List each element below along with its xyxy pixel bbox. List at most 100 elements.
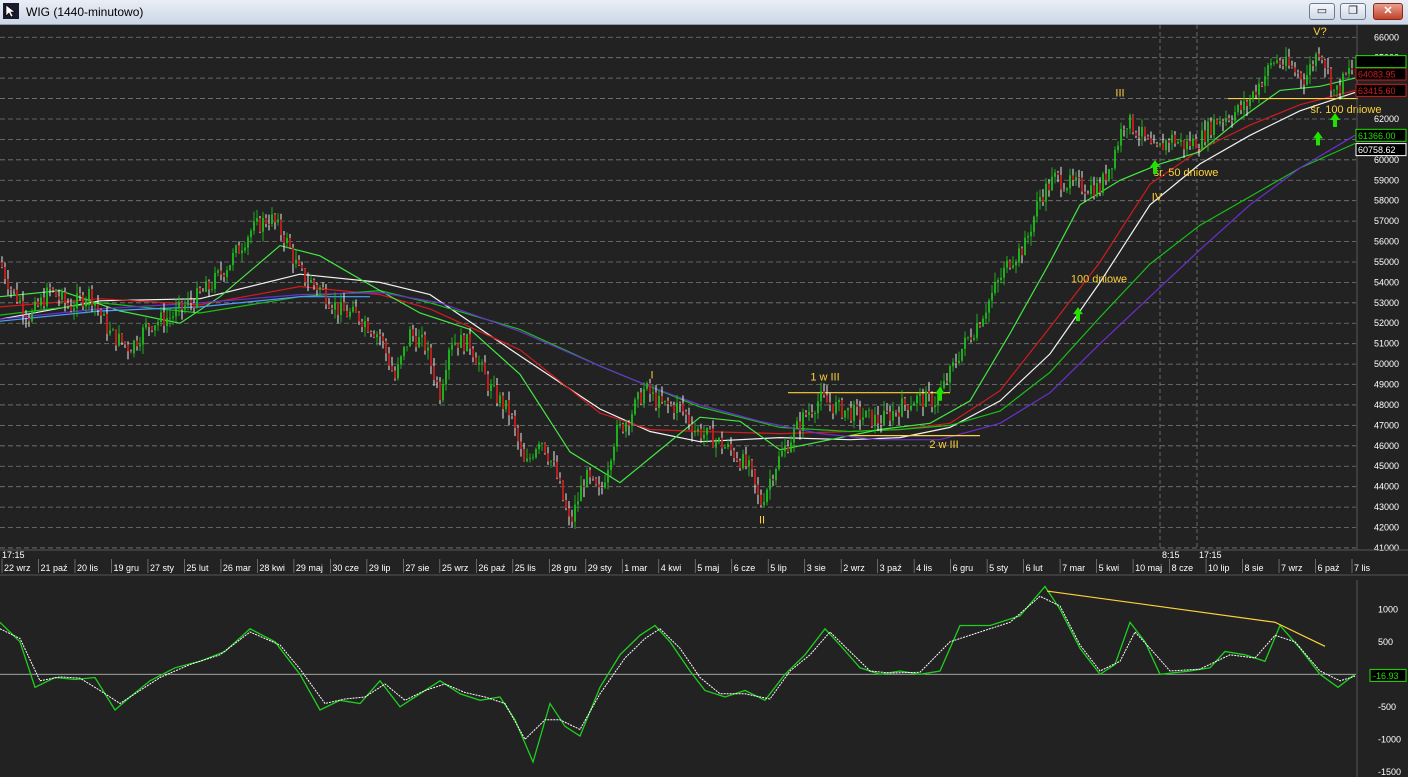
price-tag-label: 63415.60 (1358, 86, 1396, 96)
candle-body (475, 357, 477, 365)
title-bar[interactable]: WIG (1440-minutowo) ▭ ❐ ✕ (0, 0, 1408, 25)
price-tick-label: 49000 (1374, 380, 1399, 390)
candle-body (922, 393, 924, 407)
candle-body (148, 324, 150, 328)
candle-body (340, 302, 342, 315)
candle-body (1120, 128, 1122, 146)
candle-body (1288, 56, 1290, 66)
candle-body (136, 340, 138, 347)
candle-body (73, 308, 75, 312)
time-tick-label: 25 lut (186, 563, 209, 573)
candle-body (97, 303, 99, 310)
candle-body (331, 307, 333, 310)
candle-body (40, 297, 42, 306)
candle-body (970, 337, 972, 340)
osc-tick-label: 500 (1378, 637, 1393, 647)
candle-body (157, 321, 159, 326)
candle-body (1267, 65, 1269, 77)
candle-body (772, 478, 774, 481)
candle-body (388, 353, 390, 366)
candle-body (1330, 68, 1332, 91)
candle-body (370, 332, 372, 334)
candle-body (358, 312, 360, 322)
candle-body (544, 443, 546, 454)
candle-body (115, 329, 117, 346)
candle-body (1348, 68, 1350, 74)
candle-body (1195, 138, 1197, 149)
candle-body (1339, 85, 1341, 94)
time-tick-label: 7 wrz (1281, 563, 1303, 573)
candle-body (1111, 168, 1113, 170)
candle-body (1177, 141, 1179, 144)
minimize-button[interactable]: ▭ (1309, 3, 1335, 20)
candle-body (46, 287, 48, 307)
candle-body (775, 469, 777, 481)
candle-body (886, 410, 888, 412)
time-tick-label: 5 maj (697, 563, 719, 573)
candle-body (799, 421, 801, 431)
candle-body (931, 393, 933, 408)
candle-body (679, 402, 681, 404)
wave-label: IV (1152, 192, 1163, 204)
candle-body (532, 457, 534, 459)
candle-body (10, 289, 12, 291)
candle-body (868, 409, 870, 411)
time-tick-label: 28 gru (551, 563, 577, 573)
candle-body (781, 451, 783, 457)
candle-body (1342, 73, 1344, 94)
candle-body (52, 288, 54, 291)
candle-body (307, 282, 309, 284)
candle-body (721, 437, 723, 449)
candle-body (454, 342, 456, 345)
candle-body (553, 460, 555, 462)
time-tick-label: 7 lis (1354, 563, 1371, 573)
candle-body (301, 265, 303, 269)
time-tick-label: 5 kwi (1099, 563, 1120, 573)
time-tick-label: 29 maj (296, 563, 323, 573)
candle-body (82, 295, 84, 307)
wave-label: 100 dniowe (1071, 273, 1127, 285)
candle-body (1204, 130, 1206, 143)
candle-body (490, 385, 492, 391)
candle-body (898, 412, 900, 417)
candle-body (1099, 183, 1101, 193)
candle-body (418, 337, 420, 348)
candle-body (1291, 65, 1293, 68)
candle-body (1180, 140, 1182, 142)
candle-body (916, 395, 918, 404)
candle-body (160, 312, 162, 322)
wave-label: 1 w III (810, 371, 839, 383)
candle-body (226, 270, 228, 277)
candle-body (700, 428, 702, 439)
close-button[interactable]: ✕ (1373, 3, 1403, 20)
candle-body (76, 293, 78, 309)
candle-body (295, 259, 297, 264)
candle-body (1057, 172, 1059, 175)
candle-body (262, 217, 264, 232)
candle-body (127, 344, 129, 352)
candle-body (607, 469, 609, 483)
candle-body (169, 317, 171, 319)
chart-canvas[interactable]: III1 w III2 w IIIIIIIVV?śr. 50 dniowe100… (0, 25, 1408, 777)
oscillator-panel[interactable]: 1000 500 -500 -1000 -1500 -16.93 (0, 577, 1408, 777)
price-tick-label: 53000 (1374, 298, 1399, 308)
candle-body (70, 306, 72, 312)
candle-body (394, 370, 396, 379)
candle-body (829, 402, 831, 405)
candle-body (796, 421, 798, 429)
candle-body (802, 412, 804, 431)
candle-body (328, 304, 330, 308)
candle-body (577, 501, 579, 505)
candle-body (835, 402, 837, 414)
candle-body (580, 485, 582, 502)
candle-body (754, 469, 756, 485)
candle-body (538, 443, 540, 450)
candle-body (67, 302, 69, 307)
candle-body (841, 400, 843, 418)
candle-body (568, 508, 570, 517)
candle-body (514, 415, 516, 428)
osc-last-value-label: -16.93 (1373, 671, 1399, 681)
candle-body (154, 325, 156, 331)
restore-button[interactable]: ❐ (1340, 3, 1366, 20)
candle-body (955, 362, 957, 364)
